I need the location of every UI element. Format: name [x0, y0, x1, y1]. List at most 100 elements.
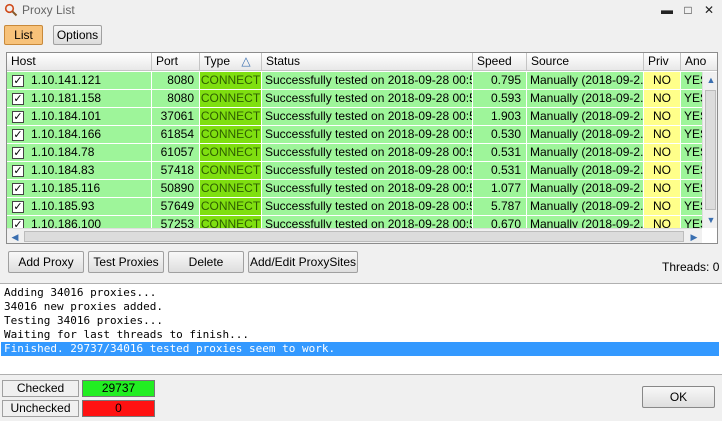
cell-priv: NO [644, 108, 681, 126]
scroll-up-icon[interactable]: ▲ [703, 72, 717, 88]
magnifier-app-icon [4, 3, 18, 17]
cell-priv: NO [644, 180, 681, 198]
cell-port: 57649 [152, 198, 200, 216]
header-label: Port [156, 54, 179, 68]
cell-ano: YES [681, 144, 702, 162]
header-label: Ano [685, 54, 707, 68]
cell-port: 37061 [152, 108, 200, 126]
cell-host: 1.10.184.101 [7, 108, 152, 126]
column-header-source[interactable]: Source [527, 53, 644, 71]
test-proxies-button[interactable]: Test Proxies [88, 251, 164, 273]
unchecked-label: Unchecked [2, 400, 79, 417]
cell-port: 57253 [152, 216, 200, 228]
row-checkbox[interactable]: ✓ [12, 93, 24, 105]
header-label: Priv [648, 54, 669, 68]
cell-source: Manually (2018-09-2... [527, 144, 644, 162]
add-proxy-button[interactable]: Add Proxy [8, 251, 84, 273]
cell-speed: 0.593 [473, 90, 527, 108]
horizontal-scrollbar[interactable]: ◀ ▶ [7, 228, 702, 243]
cell-type: CONNECT [200, 162, 262, 180]
table-row[interactable]: 1.10.185.116 ✓ 50890 CONNECT Successfully te… [7, 180, 702, 198]
column-header-host[interactable]: Host [7, 53, 152, 71]
column-header-priv[interactable]: Priv [644, 53, 681, 71]
cell-status: Successfully tested on 2018-09-28 00:5..… [262, 108, 473, 126]
column-header-port[interactable]: Port [152, 53, 200, 71]
log-line: 34016 new proxies added. [4, 300, 163, 313]
vertical-scrollbar[interactable]: ▲ ▼ [702, 72, 717, 228]
column-header-speed[interactable]: Speed [473, 53, 527, 71]
cell-source: Manually (2018-09-2... [527, 108, 644, 126]
scroll-left-icon[interactable]: ◀ [7, 229, 23, 243]
cell-source: Manually (2018-09-2... [527, 180, 644, 198]
table-row[interactable]: 1.10.181.158 ✓ 8080 CONNECT Successfully tes… [7, 90, 702, 108]
cell-status: Successfully tested on 2018-09-28 00:5..… [262, 144, 473, 162]
cell-type: CONNECT [200, 72, 262, 90]
cell-source: Manually (2018-09-2... [527, 72, 644, 90]
cell-speed: 0.670 [473, 216, 527, 228]
cell-host: 1.10.184.83 [7, 162, 152, 180]
column-header-status[interactable]: Status [262, 53, 473, 71]
table-row[interactable]: 1.10.186.100 ✓ 57253 CONNECT Successfully te… [7, 216, 702, 228]
ok-button[interactable]: OK [642, 386, 715, 408]
delete-button[interactable]: Delete [168, 251, 244, 273]
add-edit-proxysites-button[interactable]: Add/Edit ProxySites [248, 251, 358, 273]
row-checkbox[interactable]: ✓ [12, 75, 24, 87]
cell-priv: NO [644, 90, 681, 108]
cell-priv: NO [644, 198, 681, 216]
cell-ano: YES [681, 72, 702, 90]
threads-count: Threads: 0 [662, 260, 720, 274]
cell-priv: NO [644, 126, 681, 144]
tab-list[interactable]: List [4, 25, 43, 45]
checked-label: Checked [2, 380, 79, 397]
log-output[interactable]: Adding 34016 proxies... 34016 new proxie… [0, 283, 722, 375]
row-checkbox[interactable]: ✓ [12, 219, 24, 228]
row-checkbox[interactable]: ✓ [12, 201, 24, 213]
cell-speed: 0.530 [473, 126, 527, 144]
cell-ano: YES [681, 126, 702, 144]
vertical-scroll-thumb[interactable] [705, 90, 716, 210]
sort-ascending-icon: △ [241, 54, 251, 68]
cell-source: Manually (2018-09-2... [527, 126, 644, 144]
cell-type: CONNECT [200, 180, 262, 198]
table-row[interactable]: 1.10.184.78 ✓ 61057 CONNECT Successfully tes… [7, 144, 702, 162]
row-checkbox[interactable]: ✓ [12, 165, 24, 177]
cell-port: 61854 [152, 126, 200, 144]
cell-ano: YES [681, 198, 702, 216]
log-line: Testing 34016 proxies... [4, 314, 163, 327]
table-row[interactable]: 1.10.184.101 ✓ 37061 CONNECT Successfully te… [7, 108, 702, 126]
row-checkbox[interactable]: ✓ [12, 129, 24, 141]
row-checkbox[interactable]: ✓ [12, 147, 24, 159]
minimize-icon[interactable]: ▬ [659, 2, 675, 18]
window-title: Proxy List [22, 3, 75, 17]
column-header-ano[interactable]: Ano [681, 53, 717, 71]
close-icon[interactable]: ✕ [701, 2, 717, 18]
cell-status: Successfully tested on 2018-09-28 00:5..… [262, 126, 473, 144]
scroll-right-icon[interactable]: ▶ [686, 229, 702, 243]
row-checkbox[interactable]: ✓ [12, 111, 24, 123]
cell-priv: NO [644, 162, 681, 180]
cell-port: 61057 [152, 144, 200, 162]
cell-status: Successfully tested on 2018-09-28 00:5..… [262, 180, 473, 198]
maximize-icon[interactable]: □ [680, 2, 696, 18]
cell-host: 1.10.185.116 [7, 180, 152, 198]
cell-speed: 0.531 [473, 162, 527, 180]
cell-type: CONNECT [200, 108, 262, 126]
cell-speed: 0.795 [473, 72, 527, 90]
header-label: Type [204, 54, 231, 68]
cell-status: Successfully tested on 2018-09-28 00:5..… [262, 72, 473, 90]
table-row[interactable]: 1.10.184.83 ✓ 57418 CONNECT Successfully tes… [7, 162, 702, 180]
scroll-down-icon[interactable]: ▼ [703, 212, 717, 228]
cell-source: Manually (2018-09-2... [527, 198, 644, 216]
column-header-type[interactable]: Type △ [200, 53, 262, 71]
cell-host: 1.10.184.78 [7, 144, 152, 162]
row-checkbox[interactable]: ✓ [12, 183, 24, 195]
checked-count: 29737 [82, 380, 155, 397]
table-row[interactable]: 1.10.184.166 ✓ 61854 CONNECT Successfully te… [7, 126, 702, 144]
tab-options[interactable]: Options [53, 25, 102, 45]
header-label: Status [266, 54, 301, 68]
table-row[interactable]: 1.10.141.121 ✓ 8080 CONNECT Successfully tes… [7, 72, 702, 90]
log-line-selected: Finished. 29737/34016 tested proxies see… [1, 342, 719, 356]
horizontal-scroll-thumb[interactable] [24, 231, 684, 242]
cell-status: Successfully tested on 2018-09-28 00:5..… [262, 162, 473, 180]
table-row[interactable]: 1.10.185.93 ✓ 57649 CONNECT Successfully tes… [7, 198, 702, 216]
